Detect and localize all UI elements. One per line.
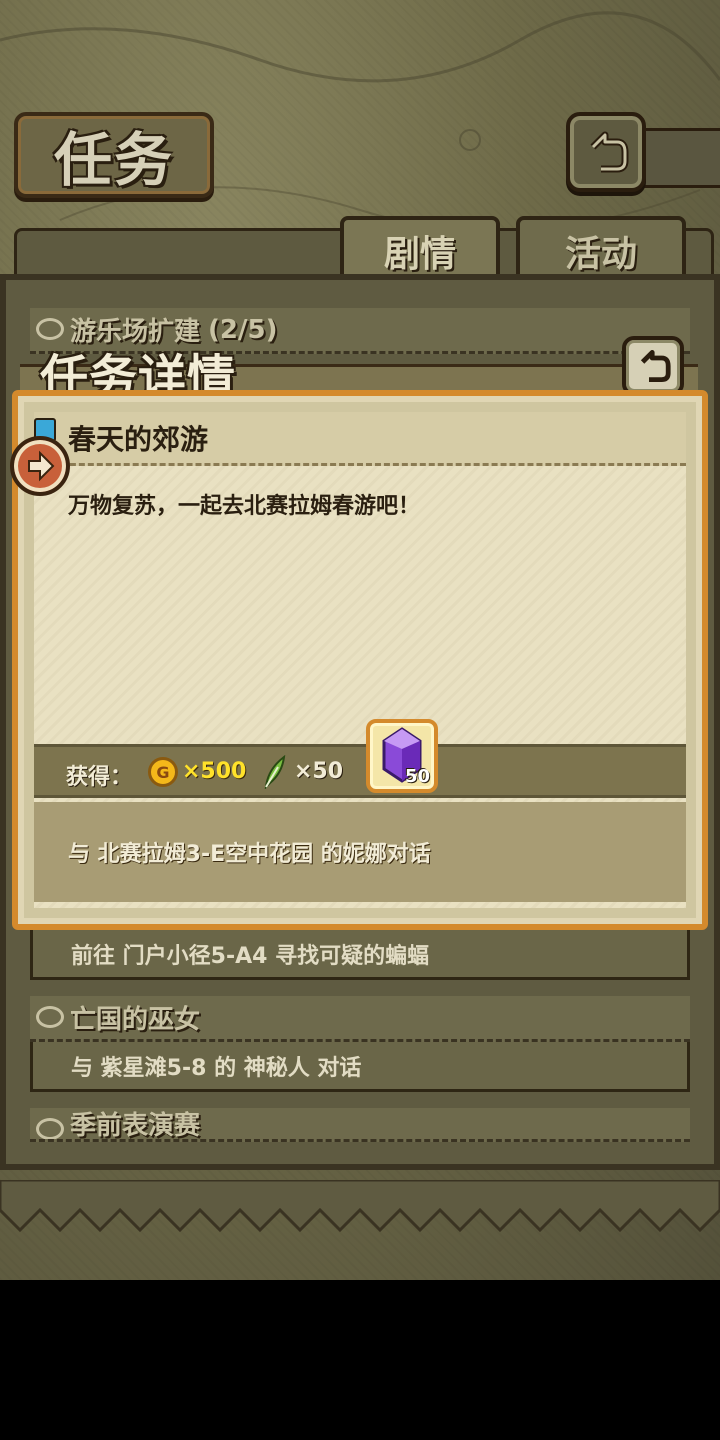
feather-icon bbox=[264, 755, 286, 789]
quest-title: 亡国的巫女 bbox=[70, 1005, 201, 1035]
board-zigzag-edge bbox=[0, 1180, 720, 1233]
back-button[interactable] bbox=[566, 112, 646, 192]
modal-back-button[interactable] bbox=[622, 336, 684, 396]
page-title-plaque: 任务 bbox=[14, 112, 214, 198]
modal-content: 春天的郊游 万物复苏，一起去北赛拉姆春游吧！ 获得： G ×500 ×50 50… bbox=[34, 412, 686, 908]
quest-item-objective[interactable]: 与 紫星滩5-8 的 神秘人 对话 bbox=[30, 1042, 690, 1092]
gem-reward-amount: 50 bbox=[404, 766, 430, 787]
quest-detail-description: 万物复苏，一起去北赛拉姆春游吧！ bbox=[68, 494, 421, 519]
quest-item-header[interactable]: 亡国的巫女 bbox=[30, 996, 690, 1042]
quest-type-icon bbox=[36, 1118, 64, 1139]
direction-arrow-icon bbox=[28, 450, 55, 482]
tab-story-label: 剧情 bbox=[383, 234, 456, 275]
quest-type-icon bbox=[36, 318, 64, 340]
bottom-bar bbox=[0, 1280, 720, 1440]
back-button-extension bbox=[640, 128, 720, 188]
quest-detail-name: 春天的郊游 bbox=[68, 422, 209, 456]
quest-title: 季前表演赛 bbox=[70, 1111, 201, 1141]
page-title: 任务 bbox=[53, 126, 174, 194]
coin-symbol: G bbox=[156, 762, 170, 782]
quest-objective-text: 前往 门户小径5-A4 寻找可疑的蝙蝠 bbox=[71, 943, 430, 969]
quest-item-objective[interactable]: 前往 门户小径5-A4 寻找可疑的蝙蝠 bbox=[30, 930, 690, 980]
quest-detail-modal: 春天的郊游 万物复苏，一起去北赛拉姆春游吧！ 获得： G ×500 ×50 50… bbox=[12, 390, 708, 930]
gem-reward-item[interactable]: 50 bbox=[366, 719, 438, 793]
quest-detail-header: 春天的郊游 bbox=[34, 412, 686, 466]
back-arrow-icon bbox=[640, 350, 671, 382]
back-arrow-icon bbox=[590, 131, 629, 173]
gold-coin-icon: G bbox=[148, 757, 178, 787]
location-marker-icon bbox=[10, 436, 70, 496]
quest-screen: 任务 剧情 活动 游乐场扩建 (2/5) 前往 门户小径5-A4 寻找可疑的蝙蝠… bbox=[0, 0, 720, 1280]
quest-item-header[interactable]: 季前表演赛 bbox=[30, 1108, 690, 1142]
gold-reward-amount: ×500 bbox=[182, 759, 247, 784]
quest-objective-text: 与 紫星滩5-8 的 神秘人 对话 bbox=[71, 1055, 362, 1081]
reward-bar: 获得： G ×500 ×50 50 bbox=[34, 719, 686, 798]
tab-events-label: 活动 bbox=[564, 234, 637, 275]
quest-type-icon bbox=[36, 1006, 64, 1028]
reward-label: 获得： bbox=[66, 765, 133, 790]
quest-target-text: 与 北赛拉姆3-E空中花园 的妮娜对话 bbox=[68, 842, 431, 867]
feather-reward-amount: ×50 bbox=[294, 759, 344, 784]
